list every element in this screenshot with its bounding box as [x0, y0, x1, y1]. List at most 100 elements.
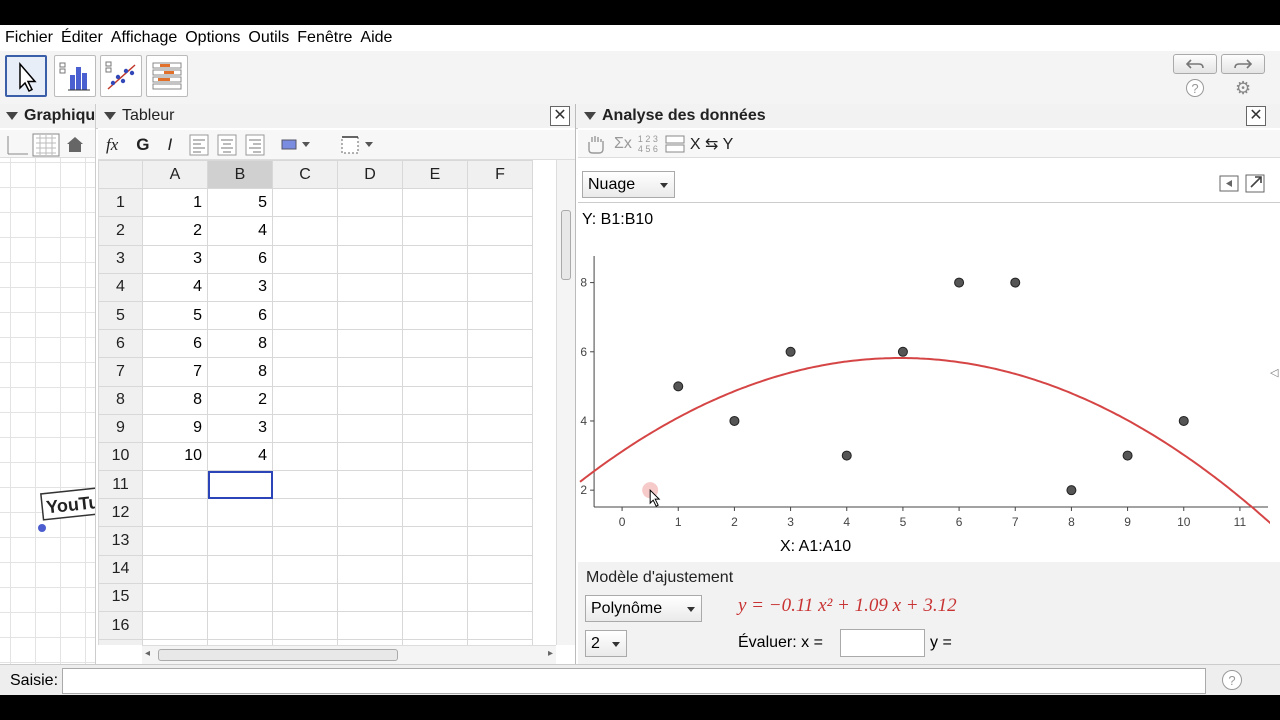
corner-cell[interactable] — [98, 160, 143, 190]
cell-a[interactable]: 10 — [142, 441, 208, 472]
cell-b[interactable]: 6 — [207, 300, 273, 331]
row-header[interactable]: 15 — [98, 582, 143, 613]
row-header[interactable]: 16 — [98, 610, 143, 641]
row-header[interactable]: 1 — [98, 188, 143, 218]
evaluate-x-input[interactable] — [840, 629, 925, 657]
cell-a[interactable]: 1 — [142, 188, 208, 218]
cell-c[interactable] — [272, 498, 338, 528]
row-header[interactable]: 10 — [98, 441, 143, 472]
row-header[interactable]: 3 — [98, 244, 143, 274]
cell-f[interactable] — [467, 498, 533, 528]
cell-e[interactable] — [402, 357, 468, 387]
cell-c[interactable] — [272, 300, 338, 331]
formula-fx-button[interactable]: fx — [106, 135, 118, 155]
cell-e[interactable] — [402, 470, 468, 500]
cell-f[interactable] — [467, 357, 533, 387]
data-point[interactable] — [954, 277, 965, 288]
cell-b[interactable]: 4 — [207, 216, 273, 246]
cell-c[interactable] — [272, 582, 338, 613]
data-point[interactable] — [841, 450, 852, 461]
scatter-plot[interactable]: 0 1 2 3 4 5 6 7 8 9 10 11 2 4 6 8 — [578, 204, 1280, 562]
cell-a[interactable] — [142, 610, 208, 641]
selected-cell[interactable] — [207, 470, 273, 500]
undo-button[interactable] — [1173, 54, 1217, 74]
vertical-scroll-thumb[interactable] — [561, 210, 571, 280]
cell-e[interactable] — [402, 244, 468, 274]
italic-button[interactable]: I — [168, 135, 173, 155]
cell-d[interactable] — [337, 216, 403, 246]
collapse-triangle-icon[interactable] — [584, 112, 596, 120]
cell-d[interactable] — [337, 526, 403, 556]
cell-d[interactable] — [337, 272, 403, 302]
cell-d[interactable] — [337, 582, 403, 613]
cell-a[interactable]: 6 — [142, 329, 208, 359]
cell-d[interactable] — [337, 554, 403, 584]
cell-c[interactable] — [272, 244, 338, 274]
cell-f[interactable] — [467, 329, 533, 359]
cell-e[interactable] — [402, 385, 468, 415]
cell-a[interactable]: 2 — [142, 216, 208, 246]
cell-e[interactable] — [402, 300, 468, 331]
cell-c[interactable] — [272, 385, 338, 415]
spreadsheet-vertical-scrollbar[interactable] — [556, 160, 575, 645]
row-header[interactable]: 5 — [98, 300, 143, 331]
cell-c[interactable] — [272, 413, 338, 443]
column-header-a[interactable]: A — [142, 160, 208, 190]
cell-c[interactable] — [272, 526, 338, 556]
cell-c[interactable] — [272, 357, 338, 387]
cell-e[interactable] — [402, 554, 468, 584]
background-color-dropdown-icon[interactable] — [278, 133, 338, 157]
graphics-point[interactable] — [38, 524, 46, 532]
menu-editer[interactable]: Éditer — [61, 29, 103, 47]
cell-a[interactable]: 8 — [142, 385, 208, 415]
data-point[interactable] — [729, 415, 740, 426]
cell-f[interactable] — [467, 188, 533, 218]
cell-e[interactable] — [402, 329, 468, 359]
cell-b[interactable] — [207, 526, 273, 556]
cell-a[interactable] — [142, 554, 208, 584]
cell-a[interactable]: 5 — [142, 300, 208, 331]
row-header[interactable]: 14 — [98, 554, 143, 584]
cell-b[interactable]: 5 — [207, 188, 273, 218]
horizontal-scroll-thumb[interactable] — [158, 649, 398, 661]
side-collapse-arrow-icon[interactable]: ◁ — [1270, 366, 1278, 379]
cell-e[interactable] — [402, 216, 468, 246]
data-point[interactable] — [1010, 277, 1021, 288]
redo-button[interactable] — [1221, 54, 1265, 74]
move-tool-button[interactable] — [5, 55, 47, 97]
close-spreadsheet-button[interactable]: ✕ — [550, 106, 570, 126]
cell-c[interactable] — [272, 554, 338, 584]
menu-options[interactable]: Options — [185, 29, 240, 47]
cell-a[interactable]: 4 — [142, 272, 208, 302]
cell-d[interactable] — [337, 470, 403, 500]
cell-c[interactable] — [272, 610, 338, 641]
cell-c[interactable] — [272, 441, 338, 472]
cell-f[interactable] — [467, 526, 533, 556]
cell-f[interactable] — [467, 413, 533, 443]
cell-b[interactable] — [207, 554, 273, 584]
column-header-b[interactable]: B — [207, 160, 273, 190]
collapse-triangle-icon[interactable] — [6, 112, 18, 120]
one-variable-analysis-tool-button[interactable] — [54, 55, 96, 97]
row-header[interactable]: 9 — [98, 413, 143, 443]
cell-b[interactable] — [207, 610, 273, 641]
cell-f[interactable] — [467, 554, 533, 584]
cell-f[interactable] — [467, 216, 533, 246]
cell-c[interactable] — [272, 329, 338, 359]
row-header[interactable]: 2 — [98, 216, 143, 246]
data-point[interactable] — [673, 381, 684, 392]
data-table-button[interactable]: 1 2 3 4 5 6 — [638, 134, 658, 154]
close-data-analysis-button[interactable]: ✕ — [1246, 106, 1266, 126]
cell-f[interactable] — [467, 441, 533, 472]
menu-fenetre[interactable]: Fenêtre — [297, 29, 352, 47]
cell-e[interactable] — [402, 272, 468, 302]
data-point[interactable] — [1066, 485, 1077, 496]
cell-c[interactable] — [272, 272, 338, 302]
bold-button[interactable]: G — [136, 135, 149, 155]
cell-a[interactable]: 9 — [142, 413, 208, 443]
column-header-e[interactable]: E — [402, 160, 468, 190]
spreadsheet-horizontal-scrollbar[interactable]: ◂ ▸ — [142, 645, 556, 664]
row-header[interactable]: 7 — [98, 357, 143, 387]
row-header[interactable]: 6 — [98, 329, 143, 359]
cell-d[interactable] — [337, 244, 403, 274]
